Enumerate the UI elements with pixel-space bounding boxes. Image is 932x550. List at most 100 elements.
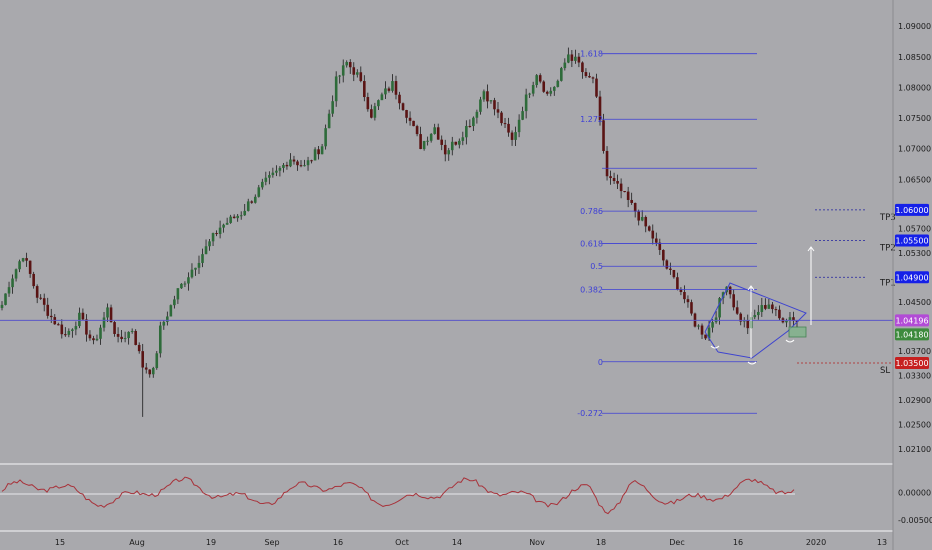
bid-price-badge-text: 1.04180	[895, 330, 928, 339]
candle-body	[500, 112, 503, 124]
candle-body	[616, 181, 619, 184]
candle-body	[405, 110, 408, 118]
candle-body	[278, 167, 282, 171]
candle-body	[204, 246, 208, 255]
candle-body	[377, 100, 380, 107]
candle-body	[338, 75, 341, 77]
candle-body	[626, 191, 630, 200]
candle-body	[190, 269, 194, 278]
candle-body	[496, 109, 500, 113]
candle-body	[81, 312, 85, 320]
fib-level-label: 1.618	[580, 50, 603, 59]
oscillator-axis-label: -0.00500	[898, 516, 932, 525]
time-axis-label: 16	[733, 538, 743, 547]
candle-body	[387, 88, 391, 91]
price-axis-label: 1.05300	[898, 249, 931, 258]
candle-body	[253, 196, 257, 203]
candle-body	[116, 333, 120, 337]
candle-body	[426, 140, 429, 142]
price-axis-label: 1.08500	[898, 53, 931, 62]
candle-body	[345, 62, 349, 66]
candle-body	[113, 322, 116, 334]
candle-body	[767, 304, 771, 309]
candle-body	[704, 334, 707, 339]
candle-body	[25, 258, 28, 261]
candle-body	[359, 72, 363, 82]
candle-body	[591, 77, 595, 79]
candle-body	[246, 201, 250, 211]
candle-body	[665, 260, 669, 269]
candle-body	[574, 56, 577, 61]
candle-body	[605, 150, 609, 177]
candle-body	[454, 141, 458, 145]
candle-body	[0, 304, 4, 308]
candle-body	[120, 336, 123, 340]
candle-body	[619, 183, 623, 192]
time-axis-label: 15	[55, 538, 65, 547]
candle-body	[363, 81, 366, 98]
candle-body	[134, 330, 137, 345]
time-axis-label: Sep	[264, 538, 279, 547]
candle-body	[429, 133, 433, 141]
candle-body	[683, 292, 686, 300]
candle-body	[408, 117, 412, 121]
candle-body	[155, 353, 159, 369]
candle-body	[348, 62, 352, 68]
price-axis-label: 1.02100	[898, 445, 931, 454]
candle-body	[760, 305, 764, 312]
candle-body	[479, 99, 482, 112]
price-axis-label: 1.06500	[898, 175, 931, 184]
candle-body	[123, 338, 127, 340]
entry-zone-box[interactable]	[788, 326, 807, 338]
candle-body	[158, 325, 162, 354]
candle-body	[443, 144, 447, 155]
candle-body	[88, 334, 92, 339]
oscillator-axis-label: 0.00000	[898, 489, 931, 498]
candle-body	[384, 88, 387, 95]
candle-body	[306, 160, 310, 166]
candle-body	[183, 283, 187, 285]
candle-body	[440, 139, 444, 145]
fib-level-label: 1.272	[580, 115, 603, 124]
candle-body	[310, 160, 313, 162]
candle-body	[538, 75, 542, 82]
candle-body	[391, 81, 394, 91]
candle-body	[507, 123, 510, 133]
candle-body	[778, 309, 781, 319]
candle-body	[144, 367, 148, 370]
candle-body	[588, 76, 591, 78]
candle-body	[521, 111, 524, 120]
candle-body	[676, 277, 679, 290]
candle-body	[714, 317, 718, 323]
candle-body	[633, 202, 637, 212]
candle-body	[690, 302, 693, 314]
candle-body	[380, 94, 384, 101]
candle-body	[46, 304, 50, 316]
fib-level-label: 0	[598, 358, 603, 367]
candle-body	[472, 117, 475, 127]
candle-body	[141, 351, 145, 368]
candle-body	[39, 297, 42, 299]
candle-body	[211, 233, 215, 242]
candle-body	[292, 159, 296, 162]
candle-body	[169, 305, 173, 317]
candle-body	[415, 126, 419, 135]
candle-body	[609, 176, 612, 179]
candle-body	[18, 261, 21, 270]
candle-body	[535, 75, 538, 86]
candle-body	[148, 369, 152, 375]
candle-body	[517, 119, 521, 133]
time-axis-label: Oct	[395, 538, 409, 547]
candle-body	[630, 199, 633, 203]
candle-body	[264, 177, 268, 182]
candle-body	[623, 191, 626, 193]
candle-body	[285, 164, 289, 167]
candle-body	[662, 249, 665, 261]
price-chart[interactable]: 1.6181.2720.7860.6180.50.3820-0.272 TP3T…	[0, 0, 932, 550]
candle-body	[560, 68, 563, 81]
candle-body	[531, 85, 535, 94]
candle-body	[542, 81, 546, 92]
candle-body	[458, 140, 461, 145]
candle-body	[774, 309, 778, 311]
candle-body	[468, 125, 472, 127]
